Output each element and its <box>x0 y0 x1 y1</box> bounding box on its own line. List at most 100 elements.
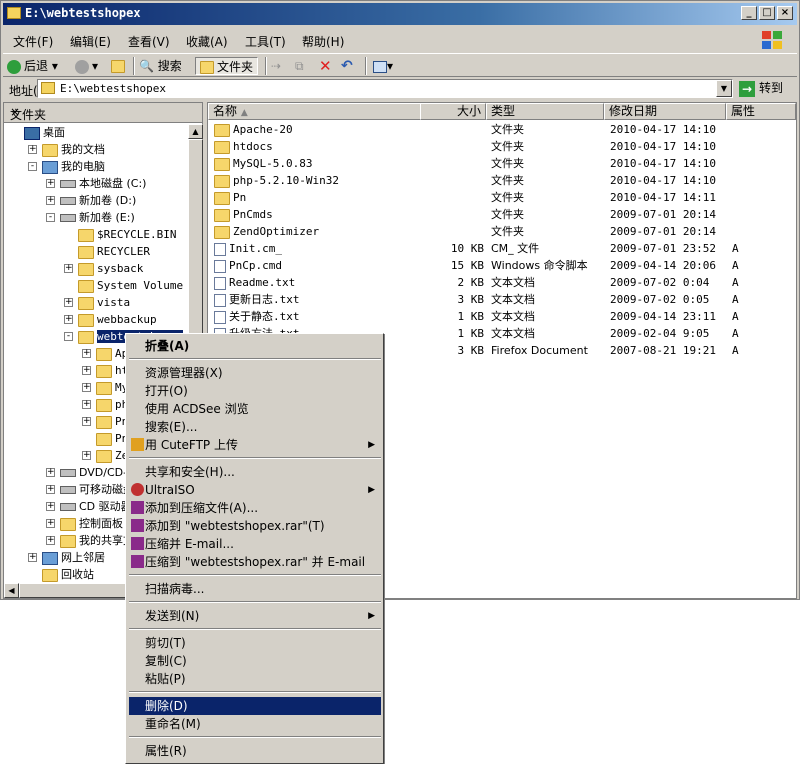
file-modified: 2010-04-17 14:10 <box>610 174 716 187</box>
context-menu-item-label: 删除(D) <box>145 699 188 713</box>
context-menu-item[interactable]: 使用 ACDSee 浏览 <box>129 400 381 418</box>
context-menu-item[interactable]: 共享和安全(H)... <box>129 463 381 481</box>
collapse-icon[interactable]: - <box>46 213 55 222</box>
context-menu-item-label: 用 CuteFTP 上传 <box>145 438 238 452</box>
menu-tools[interactable]: 工具(T) <box>245 33 286 50</box>
context-menu-item[interactable]: 发送到(N) ▶ <box>129 607 381 625</box>
expand-icon[interactable]: + <box>28 553 37 562</box>
address-input[interactable]: E:\webtestshopex ▼ <box>37 79 733 98</box>
expand-icon[interactable]: + <box>46 485 55 494</box>
file-modified: 2009-04-14 23:11 <box>610 310 716 323</box>
file-name: MySQL-5.0.83 <box>233 157 313 170</box>
folders-pane-close-button[interactable]: × <box>10 105 196 119</box>
folders-button[interactable]: 文件夹 <box>195 57 259 75</box>
file-row[interactable]: php-5.2.10-Win32 文件夹 2010-04-17 14:10 <box>208 172 796 189</box>
context-menu-item[interactable]: 复制(C) <box>129 652 381 670</box>
file-icon <box>214 259 226 273</box>
copy-to-icon[interactable]: ⧉ <box>295 57 304 75</box>
file-row[interactable]: Apache-20 文件夹 2010-04-17 14:10 <box>208 121 796 138</box>
context-menu-item[interactable]: 打开(O) <box>129 382 381 400</box>
menu-view[interactable]: 查看(V) <box>128 33 170 50</box>
file-row[interactable]: 更新日志.txt 3 KB 文本文档 2009-07-02 0:05 A <box>208 291 796 308</box>
expand-icon[interactable]: + <box>46 519 55 528</box>
expand-icon[interactable]: + <box>46 196 55 205</box>
expand-icon[interactable]: + <box>82 349 91 358</box>
context-menu-item[interactable]: 重命名(M) <box>129 715 381 733</box>
expand-icon[interactable]: + <box>46 502 55 511</box>
context-menu-item[interactable]: 压缩到 "webtestshopex.rar" 并 E-mail <box>129 553 381 571</box>
tree-item-label: 回收站 <box>61 568 94 581</box>
menu-help[interactable]: 帮助(H) <box>302 33 344 50</box>
pc-icon <box>42 160 58 174</box>
views-button[interactable]: ▾ <box>373 57 393 75</box>
context-menu-item[interactable]: 粘贴(P) <box>129 670 381 688</box>
undo-icon[interactable]: ↶ <box>341 57 353 75</box>
move-to-icon[interactable]: ⇢ <box>271 57 281 75</box>
file-row[interactable]: MySQL-5.0.83 文件夹 2010-04-17 14:10 <box>208 155 796 172</box>
expand-icon[interactable]: + <box>46 536 55 545</box>
context-menu: 折叠(A) 资源管理器(X) 打开(O) 使用 ACDSee 浏览 搜索(E)... 用 … <box>125 333 384 764</box>
context-menu-item[interactable]: 剪切(T) <box>129 634 381 652</box>
close-button[interactable]: × <box>777 6 793 20</box>
column-size[interactable]: 大小 <box>420 103 486 120</box>
minimize-button[interactable]: _ <box>741 6 757 20</box>
file-row[interactable]: Init.cm_ 10 KB CM_ 文件 2009-07-01 23:52 A <box>208 240 796 257</box>
expand-icon[interactable]: + <box>82 366 91 375</box>
file-row[interactable]: Readme.txt 2 KB 文本文档 2009-07-02 0:04 A <box>208 274 796 291</box>
file-attributes: A <box>732 310 739 323</box>
file-row[interactable]: 关于静态.txt 1 KB 文本文档 2009-04-14 23:11 A <box>208 308 796 325</box>
expand-icon[interactable]: + <box>28 145 37 154</box>
collapse-icon[interactable]: - <box>64 332 73 341</box>
column-type[interactable]: 类型 <box>486 103 604 120</box>
forward-button[interactable]: ▾ <box>75 57 98 75</box>
column-modified[interactable]: 修改日期 <box>604 103 726 120</box>
expand-icon[interactable]: + <box>64 264 73 273</box>
menu-file[interactable]: 文件(F) <box>13 33 53 50</box>
context-menu-item[interactable]: 压缩并 E-mail... <box>129 535 381 553</box>
go-button[interactable]: → 转到 <box>739 79 783 97</box>
maximize-button[interactable]: □ <box>759 6 775 20</box>
expand-icon[interactable]: + <box>64 315 73 324</box>
file-row[interactable]: Pn 文件夹 2010-04-17 14:11 <box>208 189 796 206</box>
context-menu-item[interactable]: 添加到压缩文件(A)... <box>129 499 381 517</box>
expand-icon[interactable]: + <box>82 417 91 426</box>
expand-icon[interactable]: + <box>82 400 91 409</box>
file-row[interactable]: PnCp.cmd 15 KB Windows 命令脚本 2009-04-14 20:0… <box>208 257 796 274</box>
context-menu-item[interactable]: UltraISO ▶ <box>129 481 381 499</box>
tree-item-label: 网上邻居 <box>61 551 105 564</box>
expand-icon[interactable]: + <box>46 179 55 188</box>
scroll-up-button[interactable]: ▲ <box>188 124 203 139</box>
context-menu-item[interactable]: 扫描病毒... <box>129 580 381 598</box>
file-row[interactable]: ZendOptimizer 文件夹 2009-07-01 20:14 <box>208 223 796 240</box>
file-row[interactable]: PnCmds 文件夹 2009-07-01 20:14 <box>208 206 796 223</box>
title-bar[interactable]: E:\webtestshopex _ □ × <box>3 3 797 25</box>
scroll-left-button[interactable]: ◀ <box>4 583 19 598</box>
address-dropdown-button[interactable]: ▼ <box>716 80 732 97</box>
folder-icon <box>78 313 94 327</box>
context-menu-item[interactable]: 搜索(E)... <box>129 418 381 436</box>
menu-favorites[interactable]: 收藏(A) <box>186 33 228 50</box>
column-attributes[interactable]: 属性 <box>726 103 796 120</box>
menu-separator <box>129 457 381 459</box>
expand-icon[interactable]: + <box>82 451 91 460</box>
context-menu-item[interactable]: 资源管理器(X) <box>129 364 381 382</box>
folder-icon <box>214 208 230 222</box>
tree-item-label: $RECYCLE.BIN <box>97 228 177 241</box>
expand-icon[interactable]: + <box>82 383 91 392</box>
delete-icon[interactable]: ✕ <box>319 57 332 75</box>
up-button[interactable] <box>111 57 128 75</box>
collapse-icon[interactable]: - <box>28 162 37 171</box>
expand-icon[interactable]: + <box>46 468 55 477</box>
back-button[interactable]: 后退 ▾ <box>7 57 58 75</box>
expand-icon[interactable]: + <box>64 298 73 307</box>
folder-icon <box>96 415 112 429</box>
file-row[interactable]: htdocs 文件夹 2010-04-17 14:10 <box>208 138 796 155</box>
context-menu-item[interactable]: 属性(R) <box>129 742 381 760</box>
pc-icon <box>42 551 58 565</box>
context-menu-item[interactable]: 用 CuteFTP 上传 ▶ <box>129 436 381 454</box>
context-menu-item[interactable]: 添加到 "webtestshopex.rar"(T) <box>129 517 381 535</box>
search-button[interactable]: 🔍 搜索 <box>139 57 182 75</box>
menu-edit[interactable]: 编辑(E) <box>70 33 111 50</box>
context-menu-item[interactable]: 折叠(A) <box>129 337 381 355</box>
context-menu-item[interactable]: 删除(D) <box>129 697 381 715</box>
